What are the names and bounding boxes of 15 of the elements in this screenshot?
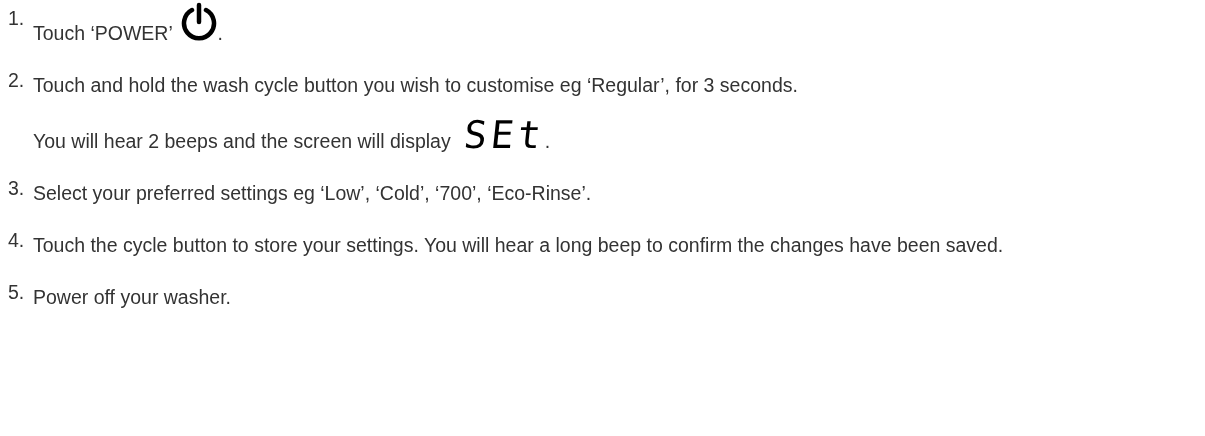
step-number: 2. [8, 68, 26, 93]
power-icon [181, 2, 218, 42]
step-text: Touch ‘POWER’ [33, 22, 173, 44]
step-number: 1. [8, 6, 26, 31]
step-text: Power off your washer. [33, 286, 231, 308]
step-text: You will hear 2 beeps and the screen will display [33, 130, 451, 152]
step-number: 4. [8, 228, 26, 253]
step-text: Touch the cycle button to store your settings. You will hear a long beep to confirm the changes have been saved. [33, 234, 1004, 256]
step-number: 3. [8, 176, 26, 201]
period-text: . [544, 130, 551, 152]
step-number: 5. [8, 280, 26, 305]
step-text: Select your preferred settings eg ‘Low’, ‘Cold’, ‘700’, ‘Eco-Rinse’. [33, 182, 592, 204]
step-text: Touch and hold the wash cycle button you wish to customise eg ‘Regular’, for 3 seconds. [33, 74, 798, 96]
display-readout: SEt [462, 120, 547, 150]
period-text: . [217, 22, 223, 44]
